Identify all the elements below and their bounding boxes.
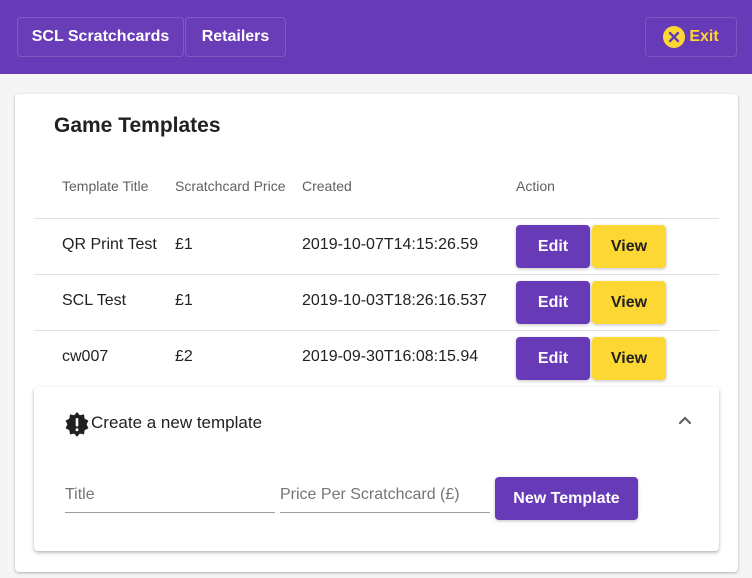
edit-button[interactable]: Edit: [516, 281, 590, 324]
game-templates-card: Game Templates Template Title Scratchcar…: [15, 94, 738, 572]
table-row: QR Print Test £1 2019-10-07T14:15:26.59 …: [34, 218, 719, 275]
exit-button[interactable]: Exit: [645, 17, 737, 57]
template-title-cell: cw007: [62, 348, 109, 365]
chevron-up-icon[interactable]: [677, 412, 693, 433]
template-title-cell: SCL Test: [62, 292, 127, 309]
close-circle-icon: [663, 26, 686, 48]
created-cell: 2019-10-03T18:26:16.537: [302, 292, 488, 309]
title-input[interactable]: [65, 483, 275, 513]
column-header-scratchcard-price: Scratchcard Price: [175, 178, 286, 194]
top-app-bar: SCL Scratchcards Retailers Exit: [0, 0, 752, 74]
column-header-action: Action: [516, 178, 555, 194]
template-title-cell: QR Print Test: [62, 236, 157, 253]
view-button[interactable]: View: [592, 281, 666, 324]
nav-scl-scratchcards-button[interactable]: SCL Scratchcards: [17, 17, 184, 57]
table-row: cw007 £2 2019-09-30T16:08:15.94 Edit Vie…: [34, 330, 719, 387]
page-title: Game Templates: [54, 114, 221, 137]
alert-badge-icon: [64, 411, 90, 442]
column-header-template-title: Template Title: [62, 178, 149, 194]
new-template-button[interactable]: New Template: [495, 477, 638, 520]
view-button[interactable]: View: [592, 225, 666, 268]
view-button[interactable]: View: [592, 337, 666, 380]
table-row: SCL Test £1 2019-10-03T18:26:16.537 Edit…: [34, 274, 719, 331]
edit-button[interactable]: Edit: [516, 225, 590, 268]
price-per-scratchcard-input[interactable]: [280, 483, 490, 513]
price-cell: £1: [175, 236, 193, 253]
column-header-created: Created: [302, 178, 352, 194]
nav-retailers-button[interactable]: Retailers: [185, 17, 286, 57]
exit-label: Exit: [689, 28, 719, 45]
created-cell: 2019-10-07T14:15:26.59: [302, 236, 479, 253]
created-cell: 2019-09-30T16:08:15.94: [302, 348, 479, 365]
create-template-panel: Create a new template New Template: [34, 387, 719, 551]
create-template-heading[interactable]: Create a new template: [91, 413, 262, 433]
edit-button[interactable]: Edit: [516, 337, 590, 380]
price-cell: £2: [175, 348, 193, 365]
price-cell: £1: [175, 292, 193, 309]
